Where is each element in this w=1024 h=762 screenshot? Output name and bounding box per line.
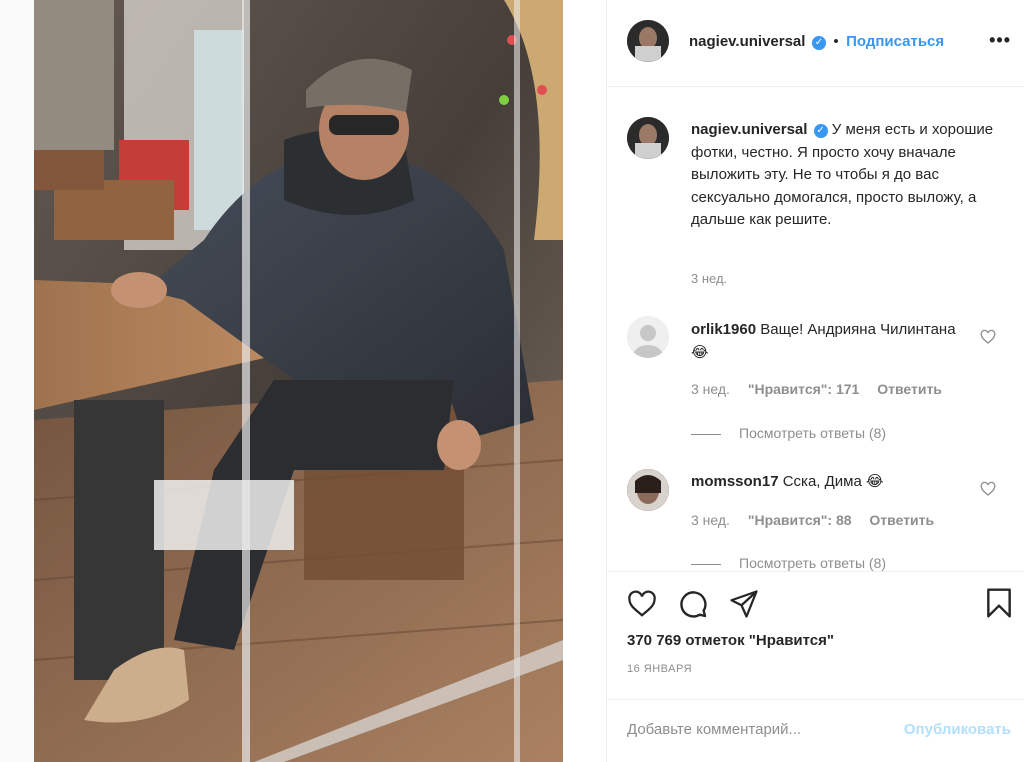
share-send-icon[interactable]: [729, 589, 759, 619]
post-details-panel: nagiev.universal ✓ • Подписаться ••• nag…: [606, 0, 1024, 762]
view-replies-label: Посмотреть ответы (8): [739, 425, 887, 441]
comment-avatar-image: [627, 469, 669, 511]
comment-likes[interactable]: "Нравится": 171: [748, 381, 859, 397]
follow-button[interactable]: Подписаться: [846, 33, 944, 50]
comment-body: orlik1960 Ваще! Андрияна Чилинтана😂: [691, 319, 961, 364]
comment-time[interactable]: 3 нед.: [691, 512, 730, 528]
comment-like-heart-icon[interactable]: [980, 481, 996, 497]
header-separator: •: [833, 33, 839, 50]
view-replies-label: Посмотреть ответы (8): [739, 555, 887, 571]
post-actions: 370 769 отметок "Нравится" 16 ЯНВАРЯ Доб…: [607, 571, 1024, 762]
reply-button[interactable]: Ответить: [869, 512, 934, 528]
comment-meta: 3 нед. "Нравится": 88 Ответить: [691, 512, 948, 528]
comment-author[interactable]: momsson17: [691, 473, 779, 490]
comment-author[interactable]: orlik1960: [691, 321, 756, 338]
post-header-text: nagiev.universal ✓ • Подписаться: [689, 33, 944, 51]
post-date[interactable]: 16 ЯНВАРЯ: [627, 663, 692, 675]
replies-divider-line: [691, 563, 721, 565]
author-username[interactable]: nagiev.universal: [689, 33, 805, 50]
comment-text: Сска, Дима 😂: [782, 473, 884, 490]
author-avatar[interactable]: [627, 20, 669, 62]
view-replies-button[interactable]: Посмотреть ответы (8): [691, 425, 886, 441]
default-avatar-icon: [627, 316, 669, 358]
comment-icon[interactable]: [677, 588, 709, 620]
replies-divider-line: [691, 433, 721, 435]
post-caption: nagiev.universal ✓ У меня есть и хорошие…: [691, 119, 1009, 232]
caption-author[interactable]: nagiev.universal: [691, 121, 807, 138]
reply-button[interactable]: Ответить: [877, 381, 942, 397]
comment-meta: 3 нед. "Нравится": 171 Ответить: [691, 381, 956, 397]
post-photo-image: [34, 0, 563, 762]
caption-time[interactable]: 3 нед.: [691, 271, 727, 286]
verified-badge-icon: ✓: [813, 124, 828, 138]
comment-likes[interactable]: "Нравится": 88: [748, 512, 852, 528]
post-photo[interactable]: [34, 0, 563, 762]
verified-badge-icon: ✓: [811, 36, 826, 50]
likes-count[interactable]: 370 769 отметок "Нравится": [627, 632, 834, 649]
more-options-icon[interactable]: •••: [989, 30, 1011, 51]
caption-avatar[interactable]: [627, 117, 669, 159]
caption-avatar-image: [627, 117, 669, 159]
comment-like-heart-icon[interactable]: [980, 329, 996, 345]
publish-button[interactable]: Опубликовать: [904, 721, 1011, 738]
comment-input[interactable]: Добавьте комментарий...: [627, 721, 801, 738]
comment-avatar[interactable]: [627, 316, 669, 358]
page-background: [0, 0, 34, 762]
comment-body: momsson17 Сска, Дима 😂: [691, 471, 961, 494]
comment-time[interactable]: 3 нед.: [691, 381, 730, 397]
comment-avatar[interactable]: [627, 469, 669, 511]
add-comment-bar: Добавьте комментарий... Опубликовать: [607, 699, 1024, 762]
post-header: nagiev.universal ✓ • Подписаться •••: [607, 0, 1024, 87]
like-heart-icon[interactable]: [626, 589, 658, 619]
instagram-post-page: nagiev.universal ✓ • Подписаться ••• nag…: [0, 0, 1024, 762]
view-replies-button[interactable]: Посмотреть ответы (8): [691, 555, 886, 571]
save-bookmark-icon[interactable]: [985, 587, 1013, 619]
author-avatar-image: [627, 20, 669, 62]
